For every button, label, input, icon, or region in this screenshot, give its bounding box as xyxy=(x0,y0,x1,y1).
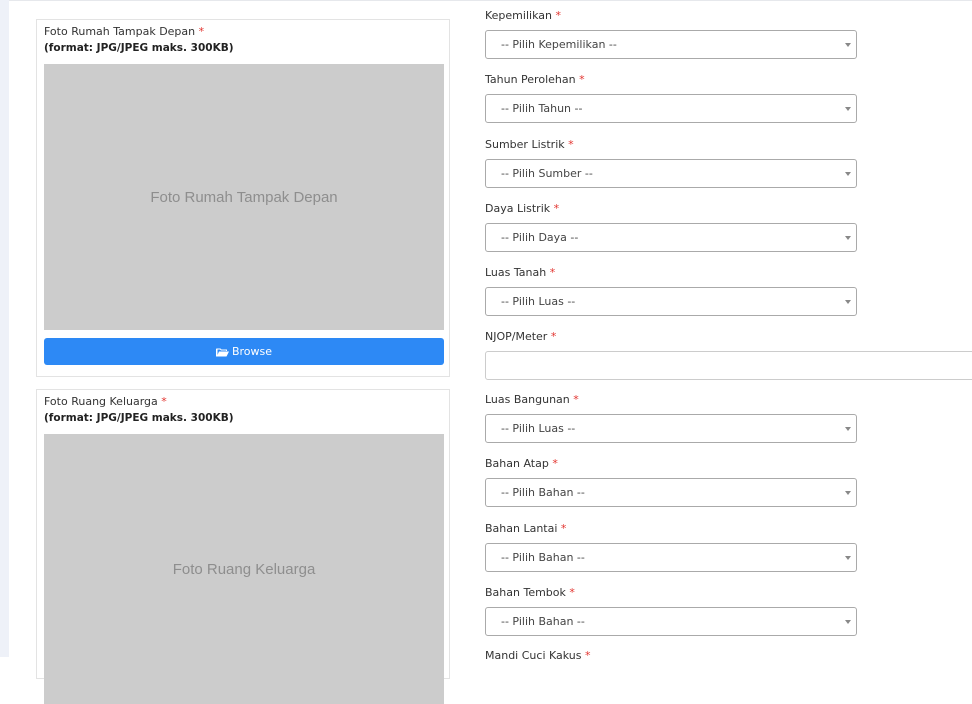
upload-title-text: Foto Rumah Tampak Depan xyxy=(44,25,196,38)
upload-format-note: (format: JPG/JPEG maks. 300KB) xyxy=(44,42,234,54)
required-mark: * xyxy=(161,395,167,408)
upload-format-note: (format: JPG/JPEG maks. 300KB) xyxy=(44,412,234,424)
njop-meter-input[interactable] xyxy=(485,351,972,380)
label-text: NJOP/Meter xyxy=(485,330,548,343)
required-mark: * xyxy=(553,202,560,215)
upload-title: Foto Ruang Keluarga * xyxy=(44,395,167,408)
upload-card-front-photo: Foto Rumah Tampak Depan * (format: JPG/J… xyxy=(36,19,450,377)
label-njop-meter: NJOP/Meter * xyxy=(485,330,556,343)
label-text: Luas Tanah xyxy=(485,266,547,279)
required-mark: * xyxy=(560,522,567,535)
select-luas-bangunan[interactable]: -- Pilih Luas -- xyxy=(485,414,857,443)
browse-button-label: Browse xyxy=(231,345,273,358)
required-mark: * xyxy=(579,73,585,86)
select-sumber-listrik[interactable]: -- Pilih Sumber -- xyxy=(485,159,857,188)
label-text: Kepemilikan xyxy=(485,9,552,22)
label-daya-listrik: Daya Listrik * xyxy=(485,202,559,215)
required-mark: * xyxy=(550,330,557,343)
caret-down-icon xyxy=(845,427,851,431)
required-mark: * xyxy=(573,393,579,406)
required-mark: * xyxy=(585,649,591,662)
label-text: Sumber Listrik xyxy=(485,138,565,151)
upload-card-family-room-photo: Foto Ruang Keluarga * (format: JPG/JPEG … xyxy=(36,389,450,704)
label-text: Luas Bangunan xyxy=(485,393,570,406)
required-mark: * xyxy=(198,25,205,38)
upload-title-text: Foto Ruang Keluarga xyxy=(44,395,158,408)
sidebar-edge xyxy=(0,0,9,657)
label-tahun-perolehan: Tahun Perolehan * xyxy=(485,73,585,86)
select-value: -- Pilih Kepemilikan -- xyxy=(501,38,617,51)
caret-down-icon xyxy=(845,43,851,47)
caret-down-icon xyxy=(845,107,851,111)
select-value: -- Pilih Luas -- xyxy=(501,295,576,308)
select-bahan-tembok[interactable]: -- Pilih Bahan -- xyxy=(485,607,857,636)
label-text: Tahun Perolehan xyxy=(485,73,576,86)
required-mark: * xyxy=(555,9,561,22)
label-text: Daya Listrik xyxy=(485,202,551,215)
required-mark: * xyxy=(552,457,558,470)
label-kepemilikan: Kepemilikan * xyxy=(485,9,561,22)
select-bahan-atap[interactable]: -- Pilih Bahan -- xyxy=(485,478,857,507)
select-value: -- Pilih Luas -- xyxy=(501,422,576,435)
label-text: Bahan Atap xyxy=(485,457,549,470)
select-kepemilikan[interactable]: -- Pilih Kepemilikan -- xyxy=(485,30,857,59)
label-text: Bahan Lantai xyxy=(485,522,558,535)
caret-down-icon xyxy=(845,172,851,176)
select-value: -- Pilih Daya -- xyxy=(501,231,579,244)
label-bahan-tembok: Bahan Tembok * xyxy=(485,586,575,599)
label-luas-tanah: Luas Tanah * xyxy=(485,266,555,279)
required-mark: * xyxy=(549,266,556,279)
label-bahan-lantai: Bahan Lantai * xyxy=(485,522,566,535)
select-value: -- Pilih Tahun -- xyxy=(501,102,583,115)
select-bahan-lantai[interactable]: -- Pilih Bahan -- xyxy=(485,543,857,572)
label-sumber-listrik: Sumber Listrik * xyxy=(485,138,574,151)
image-preview-placeholder: Foto Ruang Keluarga xyxy=(44,434,444,704)
select-luas-tanah[interactable]: -- Pilih Luas -- xyxy=(485,287,857,316)
required-mark: * xyxy=(569,586,575,599)
select-value: -- Pilih Bahan -- xyxy=(501,486,585,499)
select-value: -- Pilih Bahan -- xyxy=(501,615,585,628)
label-bahan-atap: Bahan Atap * xyxy=(485,457,558,470)
caret-down-icon xyxy=(845,236,851,240)
image-preview-placeholder: Foto Rumah Tampak Depan xyxy=(44,64,444,330)
folder-open-icon xyxy=(215,347,229,357)
select-tahun-perolehan[interactable]: -- Pilih Tahun -- xyxy=(485,94,857,123)
upload-title: Foto Rumah Tampak Depan * xyxy=(44,25,204,38)
select-daya-listrik[interactable]: -- Pilih Daya -- xyxy=(485,223,857,252)
label-text: Bahan Tembok xyxy=(485,586,566,599)
browse-button[interactable]: Browse xyxy=(44,338,444,365)
caret-down-icon xyxy=(845,300,851,304)
label-mandi-cuci-kakus: Mandi Cuci Kakus * xyxy=(485,649,591,662)
header-divider xyxy=(9,0,972,1)
select-value: -- Pilih Sumber -- xyxy=(501,167,593,180)
required-mark: * xyxy=(568,138,574,151)
select-value: -- Pilih Bahan -- xyxy=(501,551,585,564)
caret-down-icon xyxy=(845,491,851,495)
caret-down-icon xyxy=(845,556,851,560)
label-luas-bangunan: Luas Bangunan * xyxy=(485,393,579,406)
label-text: Mandi Cuci Kakus xyxy=(485,649,582,662)
caret-down-icon xyxy=(845,620,851,624)
